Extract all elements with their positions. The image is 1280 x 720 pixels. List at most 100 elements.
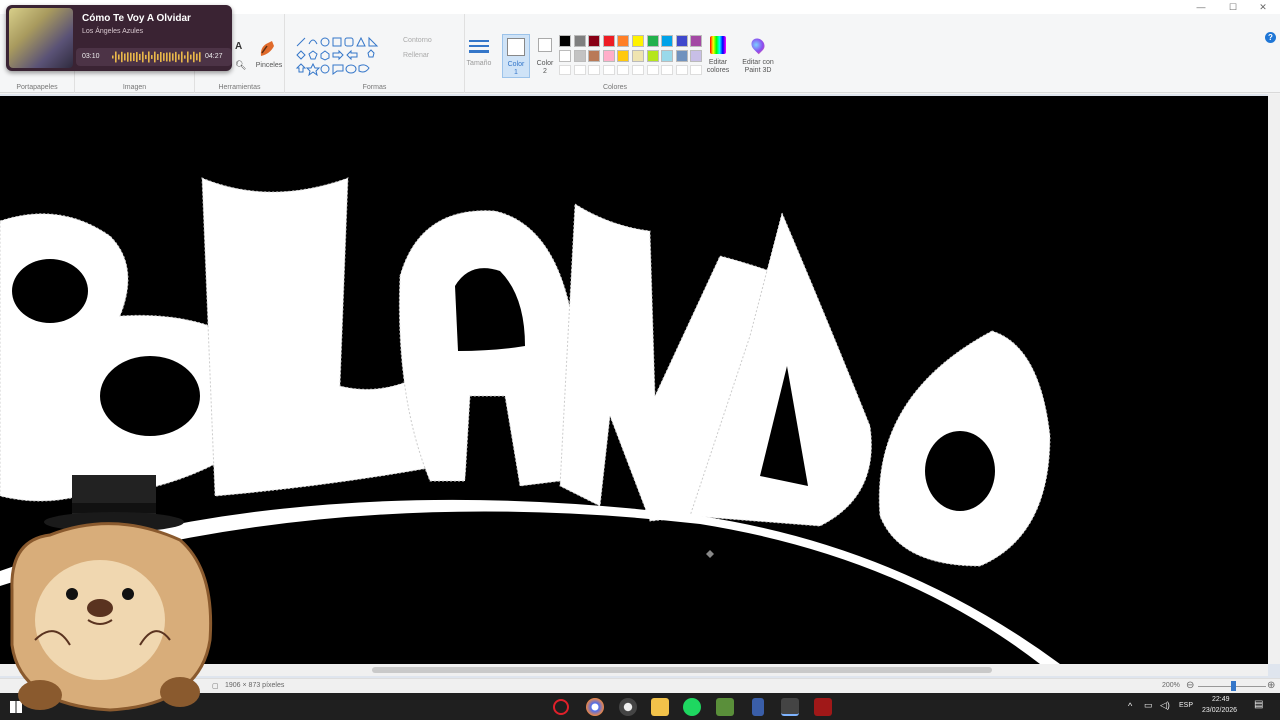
color1-button[interactable]: Color 1 [502,34,530,78]
network-icon[interactable]: ▭ [1144,700,1153,711]
shapes-group-label: Formas [362,84,387,91]
palette-empty-swatch[interactable] [573,65,586,75]
waveform-bar [145,54,147,60]
palette-swatch[interactable] [675,35,688,47]
size-line-icon [469,45,489,47]
cursor-icon [706,550,714,558]
fill-button[interactable]: Rellenar [403,52,429,60]
fill-label: Rellenar [403,52,430,59]
waveform-bar [115,51,117,63]
size-label: Tamaño [466,60,492,67]
waveform-bar [139,53,141,61]
zoom-in-button[interactable]: ⊕ [1267,680,1275,691]
file-explorer-icon[interactable] [651,698,669,716]
magnifier-icon[interactable]: 🔍︎ [235,60,246,71]
palette-swatch[interactable] [690,50,703,62]
palette-swatch[interactable] [588,35,601,47]
maximize-button[interactable]: ☐ [1218,0,1248,14]
waveform-bar [148,51,150,63]
close-button[interactable]: ✕ [1248,0,1278,14]
palette-empty-swatch[interactable] [661,65,674,75]
palette-swatch[interactable] [632,50,644,62]
waveform-bar [121,51,123,63]
help-icon[interactable]: ? [1265,32,1276,43]
palette-swatch[interactable] [559,50,571,62]
paint-icon[interactable] [781,698,799,716]
zoom-out-button[interactable]: ⊖ [1186,680,1194,691]
waveform-bar [190,54,192,60]
palette-swatch[interactable] [632,35,644,47]
waveform-bar [172,53,174,61]
notification-icon[interactable]: ▤ [1254,699,1263,710]
size-button[interactable] [469,38,489,54]
discord-icon[interactable] [586,698,604,716]
elapsed-time: 03:10 [82,53,100,60]
minecraft-icon[interactable] [716,698,734,716]
obs-icon[interactable] [619,698,637,716]
palette-swatch[interactable] [646,35,659,47]
waveform-bar [157,54,159,60]
waveform-bar [184,55,186,59]
spotify-icon[interactable] [683,698,701,716]
edit-colors-icon[interactable] [710,36,726,54]
vertical-scrollbar[interactable] [1268,94,1280,664]
minimize-button[interactable]: — [1186,0,1216,14]
song-artist: Los Ángeles Azules [82,28,144,35]
palette-swatch[interactable] [617,50,630,62]
palette-empty-swatch[interactable] [559,65,571,75]
palette-swatch[interactable] [675,50,688,62]
palette-empty-swatch[interactable] [632,65,644,75]
zoom-slider-thumb[interactable] [1231,681,1236,691]
size-line-icon [469,40,489,42]
image-group-label: Imagen [122,84,147,91]
palette-empty-swatch[interactable] [646,65,659,75]
palette-empty-swatch[interactable] [602,65,615,75]
waveform-bar [136,52,138,62]
brushes-button[interactable] [258,38,278,60]
waveform-bar [199,52,201,62]
color2-button[interactable]: Color 2 [534,34,556,78]
text-tool-icon[interactable]: A [235,41,242,52]
language-indicator[interactable]: ESP [1179,702,1193,709]
color1-swatch [507,38,525,56]
palette-swatch[interactable] [573,35,586,47]
canvas-dimensions: 1906 × 873 píxeles [225,682,285,689]
opera-icon[interactable] [553,699,569,715]
palette-swatch[interactable] [617,35,630,47]
outline-button[interactable]: Contorno [403,37,432,45]
paint3d-icon[interactable] [748,35,768,55]
palette-empty-swatch[interactable] [617,65,630,75]
waveform-bar [127,52,129,62]
waveform-bar [169,52,171,62]
palette-empty-swatch[interactable] [588,65,601,75]
palette-empty-swatch[interactable] [690,65,703,75]
edit-colors-label: Editar colores [706,59,730,74]
palette-swatch[interactable] [602,50,615,62]
volume-icon[interactable]: ◁) [1160,700,1170,711]
total-time: 04:27 [205,53,223,60]
clipboard-group-label: Portapapeles [16,84,58,91]
palette-empty-swatch[interactable] [675,65,688,75]
palette-swatch[interactable] [573,50,586,62]
waveform-bar [187,51,189,63]
palette-swatch[interactable] [661,35,674,47]
palette-swatch[interactable] [690,35,703,47]
app-red-icon[interactable] [814,698,832,716]
app-icon[interactable] [752,698,764,716]
shapes-group: Contorno Rellenar Formas [285,14,465,93]
palette-swatch[interactable] [559,35,571,47]
palette-swatch[interactable] [588,50,601,62]
horizontal-scroll-thumb[interactable] [372,667,992,673]
size-line-icon [469,50,489,53]
clock-time[interactable]: 22:49 [1212,696,1230,703]
palette-swatch[interactable] [646,50,659,62]
clock-date[interactable]: 23/02/2026 [1202,707,1237,714]
media-player-popup[interactable]: Cómo Te Voy A Olvidar Los Ángeles Azules… [6,5,232,71]
palette-swatch[interactable] [602,35,615,47]
brushes-label: Pinceles [255,62,283,69]
shapes-gallery[interactable] [295,36,395,76]
palette-swatch[interactable] [661,50,674,62]
song-title: Cómo Te Voy A Olvidar [82,13,191,24]
brush-icon [260,41,274,56]
tray-chevron-icon[interactable]: ^ [1128,701,1132,711]
